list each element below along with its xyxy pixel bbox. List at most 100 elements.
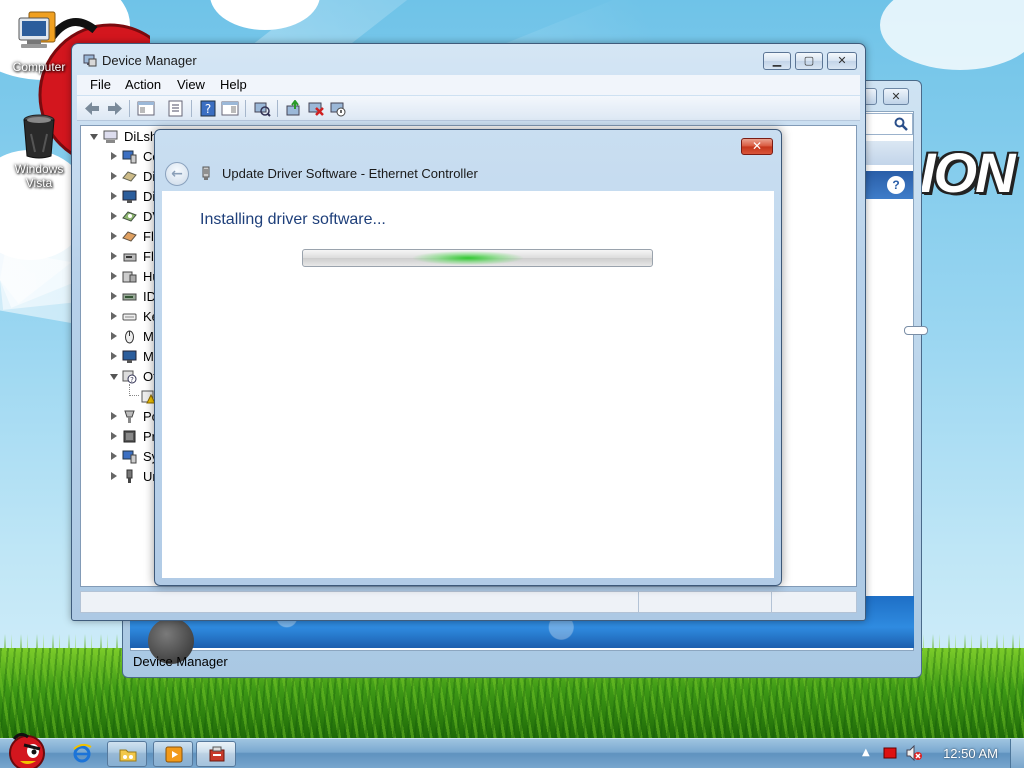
- device-manager-icon: [83, 54, 97, 67]
- toolbar-separator: [277, 100, 278, 117]
- menu-action[interactable]: Action: [125, 77, 161, 92]
- install-progress-bar: [302, 249, 653, 267]
- computer-category-icon: [122, 150, 137, 164]
- close-button[interactable]: ✕: [827, 52, 857, 70]
- taskbar-button-media-player[interactable]: [153, 741, 193, 767]
- dialog-back-button[interactable]: ←: [165, 162, 189, 186]
- status-bar-divider: [638, 592, 639, 612]
- taskbar-button-explorer[interactable]: [107, 741, 147, 767]
- dialog-close-button[interactable]: ✕: [741, 138, 773, 155]
- network-adapter-icon: [202, 166, 210, 180]
- desktop-icon-label: Computer: [12, 60, 66, 74]
- properties-icon[interactable]: [167, 100, 185, 117]
- background-window-close-button[interactable]: ✕: [883, 88, 909, 105]
- minimize-icon: ▁: [772, 54, 782, 67]
- menu-help[interactable]: Help: [220, 77, 247, 92]
- tree-item-label: Fl: [143, 229, 154, 244]
- taskbar: ▲ 12:50 AM: [0, 732, 1024, 768]
- tree-connector-line: [129, 384, 139, 396]
- wallpaper-logo-text: ION: [920, 141, 1016, 204]
- update-driver-dialog[interactable]: ✕ ← Update Driver Software - Ethernet Co…: [154, 129, 782, 586]
- expand-triangle-icon[interactable]: [111, 332, 117, 340]
- menu-file[interactable]: File: [90, 77, 111, 92]
- scan-for-hardware-changes-icon[interactable]: [253, 100, 271, 117]
- device-manager-icon: [209, 746, 225, 762]
- usb-controller-icon: [126, 469, 133, 483]
- expand-triangle-icon[interactable]: [111, 252, 117, 260]
- update-driver-icon[interactable]: [285, 100, 303, 117]
- collapse-triangle-icon[interactable]: [110, 374, 118, 380]
- mouse-icon: [125, 330, 134, 344]
- maximize-icon: ▢: [803, 54, 815, 67]
- action-pane-icon[interactable]: [221, 100, 239, 117]
- dvd-drive-icon: [122, 211, 137, 222]
- maximize-button[interactable]: ▢: [795, 52, 823, 70]
- tree-item-label: M: [143, 349, 154, 364]
- toolbar-separator: [245, 100, 246, 117]
- taskbar-button-device-manager[interactable]: [196, 741, 236, 767]
- tree-item-label: M: [143, 329, 154, 344]
- expand-triangle-icon[interactable]: [111, 292, 117, 300]
- expand-triangle-icon[interactable]: [111, 212, 117, 220]
- monitor-icon: [122, 350, 137, 363]
- display-adapter-icon: [122, 190, 137, 203]
- processor-icon: [123, 430, 136, 443]
- expand-triangle-icon[interactable]: [111, 352, 117, 360]
- dialog-title: Update Driver Software - Ethernet Contro…: [222, 166, 478, 181]
- toolbar-separator: [191, 100, 192, 117]
- system-clock[interactable]: 12:50 AM: [943, 746, 998, 761]
- human-interface-device-icon: [122, 271, 137, 283]
- folder-icon: [119, 749, 137, 762]
- show-hidden-icons-chevron-icon[interactable]: ▲: [862, 747, 870, 758]
- show-hide-console-tree-icon[interactable]: [137, 100, 155, 117]
- other-devices-icon: ?: [122, 370, 137, 384]
- progress-marquee-glow: [413, 251, 523, 265]
- computer-icon: [103, 130, 118, 143]
- expand-triangle-icon[interactable]: [111, 172, 117, 180]
- close-icon: ✕: [837, 54, 847, 67]
- start-button[interactable]: [6, 731, 48, 768]
- help-icon[interactable]: ?: [887, 176, 905, 194]
- expand-triangle-icon[interactable]: [111, 452, 117, 460]
- wallpaper-cloud: [880, 0, 1024, 70]
- show-desktop-button[interactable]: [1010, 739, 1024, 768]
- background-window-status-text: Device Manager: [133, 654, 228, 669]
- desktop-icon-computer[interactable]: Computer: [1, 10, 77, 74]
- disable-device-icon[interactable]: [329, 100, 347, 117]
- system-tray: ▲ 12:50 AM: [854, 739, 1024, 768]
- splitter-handle[interactable]: [904, 326, 928, 335]
- floppy-controller-icon: [122, 231, 137, 242]
- expand-triangle-icon[interactable]: [111, 152, 117, 160]
- svg-text:?: ?: [205, 102, 211, 116]
- back-arrow-icon[interactable]: [83, 100, 101, 117]
- expand-triangle-icon[interactable]: [111, 412, 117, 420]
- help-icon[interactable]: ?: [199, 100, 217, 117]
- internet-explorer-icon[interactable]: [72, 743, 92, 763]
- expand-triangle-icon[interactable]: [111, 432, 117, 440]
- ports-icon: [124, 410, 135, 423]
- desktop-icon-recycle-bin[interactable]: Windows Vista: [1, 112, 77, 190]
- toolbar: ?: [77, 96, 860, 121]
- disk-drive-icon: [122, 171, 137, 182]
- window-title: Device Manager: [102, 53, 197, 68]
- uninstall-device-icon[interactable]: [307, 100, 325, 117]
- background-window-nav-strip: [863, 141, 913, 165]
- dialog-body: Installing driver software...: [162, 191, 774, 578]
- collapse-triangle-icon[interactable]: [90, 134, 98, 140]
- ide-controller-icon: [122, 293, 137, 301]
- expand-triangle-icon[interactable]: [111, 192, 117, 200]
- forward-arrow-icon[interactable]: [106, 100, 124, 117]
- back-arrow-icon: ←: [171, 166, 183, 182]
- expand-triangle-icon[interactable]: [111, 272, 117, 280]
- minimize-button[interactable]: ▁: [763, 52, 791, 70]
- expand-triangle-icon[interactable]: [111, 312, 117, 320]
- computer-icon: [15, 10, 63, 58]
- action-center-flag-icon[interactable]: [882, 745, 898, 761]
- menu-view[interactable]: View: [177, 77, 205, 92]
- expand-triangle-icon[interactable]: [111, 232, 117, 240]
- expand-triangle-icon[interactable]: [111, 472, 117, 480]
- volume-muted-icon[interactable]: [905, 745, 923, 761]
- close-icon: ✕: [751, 139, 763, 153]
- installing-status-heading: Installing driver software...: [200, 211, 386, 228]
- svg-text:?: ?: [130, 376, 134, 384]
